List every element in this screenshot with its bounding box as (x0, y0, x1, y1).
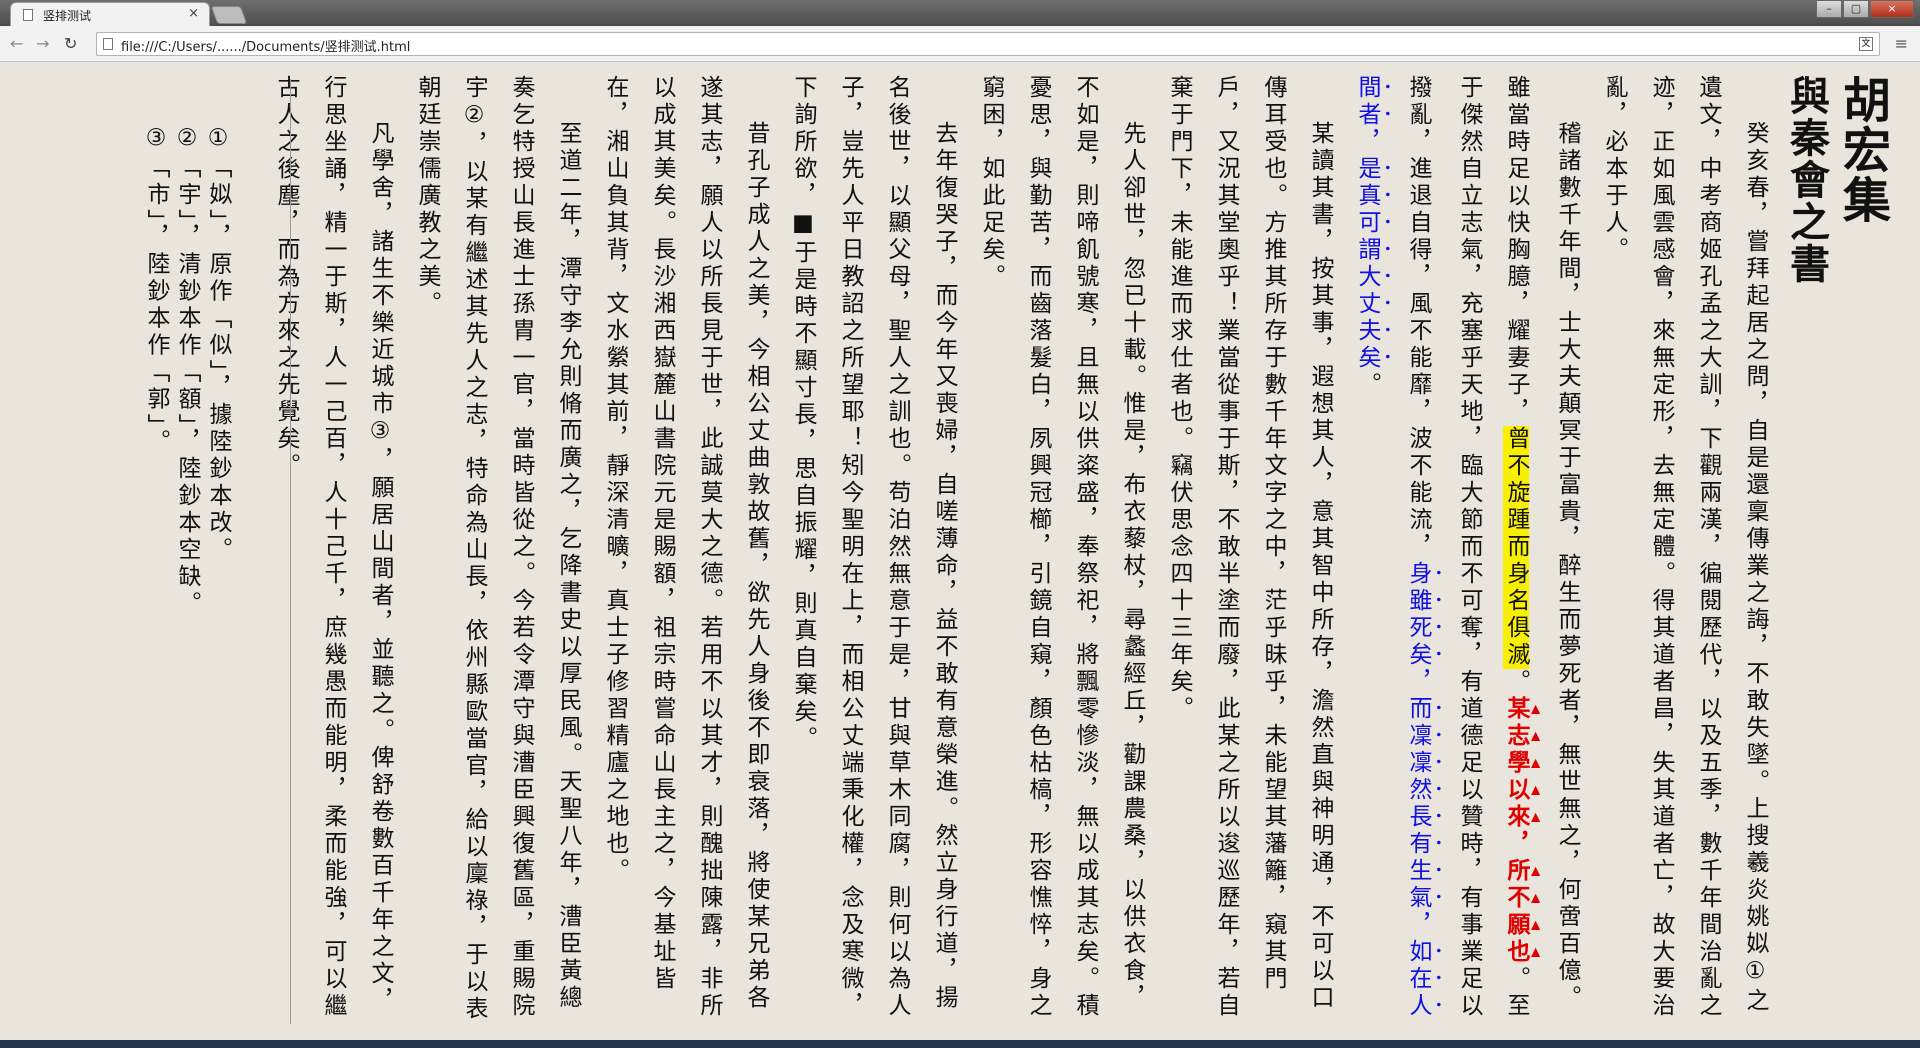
minimize-button[interactable]: – (1816, 0, 1842, 18)
footnote: ③「市」，陸鈔本作「郭」。 (143, 125, 169, 456)
page-icon (103, 38, 113, 50)
title-bar: 竖排测试 × – ▢ × (0, 0, 1920, 26)
paragraph: 至道二年，潭守李允則脩而廣之，乞降書史以厚民風。天聖八年，漕臣黃總奏乞特授山長進… (403, 75, 591, 1035)
tab-title: 竖排测试 (43, 9, 92, 23)
footnote: ②「宇」，清鈔本作「額」，陸鈔本空缺。 (174, 125, 200, 618)
browser-toolbar: ← → ↻ file:///C:/Users/....../Documents/… (0, 26, 1920, 62)
translate-icon[interactable]: 文 (1859, 37, 1873, 51)
text-segment: 癸亥春，嘗拜起居之問，自是還稟傳業之誨，不敢失墜。上搜羲炎姚姒①之遺文，中考商姬… (1601, 75, 1768, 1020)
footnote: ①「姒」，原作「似」，據陸鈔本改。 (205, 125, 231, 564)
text-segment: 某讀其書，按其事，遐想其人，意其智中所存，澹然直與神明通，不可以口傳耳受也。方推… (1166, 75, 1333, 1020)
page-icon (23, 9, 33, 21)
text-segment: 。 (1503, 669, 1529, 696)
red-highlight: 某志學以來，所不願也 (1503, 696, 1529, 966)
paragraph: 癸亥春，嘗拜起居之問，自是還稟傳業之誨，不敢失墜。上搜羲炎姚姒①之遺文，中考商姬… (1590, 75, 1778, 1035)
forward-button[interactable]: → (36, 34, 49, 53)
menu-icon[interactable]: ≡ (1895, 34, 1908, 53)
text-segment: 去年復哭子，而今年又喪婦，自嗟薄命，益不敢有意榮進。然立身行道，揚名後世，以顯父… (790, 75, 957, 1020)
text-segment: 昔孔子成人之美，今相公丈曲敦故舊，欲先人身後不即衰落，將使某兄弟各遂其志，願人以… (602, 75, 769, 1020)
back-button[interactable]: ← (10, 34, 23, 53)
text-segment: 先人卻世，忽已十載。惟是，布衣藜杖，尋蠡經丘，勸課農桑，以供衣食，不如是，則啼飢… (978, 75, 1145, 1020)
close-window-button[interactable]: × (1870, 0, 1914, 18)
book-title: 胡宏集 (1834, 75, 1890, 225)
paragraph: 凡學舍，諸生不樂近城市③，願居山間者，並聽之。俾舒卷數百千年之文，行思坐誦，精一… (262, 75, 403, 1035)
text-segment: 凡學舍，諸生不樂近城市③，願居山間者，並聽之。俾舒卷數百千年之文，行思坐誦，精一… (273, 75, 393, 1020)
maximize-button[interactable]: ▢ (1843, 0, 1869, 18)
paragraphs: 癸亥春，嘗拜起居之問，自是還稟傳業之誨，不敢失墜。上搜羲炎姚姒①之遺文，中考商姬… (262, 75, 1778, 1035)
window-controls: – ▢ × (1815, 0, 1914, 18)
paragraph: 某讀其書，按其事，遐想其人，意其智中所存，澹然直與神明通，不可以口傳耳受也。方推… (1155, 75, 1343, 1035)
notes-divider (290, 79, 291, 1024)
text-segment: 。 (1354, 372, 1380, 399)
address-bar[interactable]: file:///C:/Users/....../Documents/竖排测试.h… (96, 32, 1880, 56)
paragraph: 稽諸數千年間，士大夫顛冥于富貴，醉生而夢死者，無世無之，何啻百億。雖當時足以快胸… (1343, 75, 1590, 1035)
tab-active[interactable]: 竖排测试 × (10, 2, 210, 26)
footnotes: ①「姒」，原作「似」，據陸鈔本改。 ②「宇」，清鈔本作「額」，陸鈔本空缺。 ③「市」… (140, 125, 233, 1005)
paragraph: 先人卻世，忽已十載。惟是，布衣藜杖，尋蠡經丘，勸課農桑，以供衣食，不如是，則啼飢… (967, 75, 1155, 1035)
paragraph: 昔孔子成人之美，今相公丈曲敦故舊，欲先人身後不即衰落，將使某兄弟各遂其志，願人以… (591, 75, 779, 1035)
new-tab-button[interactable] (210, 6, 248, 24)
section-title: 與秦會之書 (1783, 75, 1829, 285)
url-text[interactable]: file:///C:/Users/....../Documents/竖排测试.h… (121, 36, 410, 55)
reload-button[interactable]: ↻ (64, 34, 77, 53)
page-content: 胡宏集 與秦會之書 癸亥春，嘗拜起居之問，自是還稟傳業之誨，不敢失墜。上搜羲炎姚… (0, 63, 1920, 1048)
taskbar (0, 1040, 1920, 1048)
tab-close-button[interactable]: × (188, 6, 199, 21)
paragraph: 去年復哭子，而今年又喪婦，自嗟薄命，益不敢有意榮進。然立身行道，揚名後世，以顯父… (779, 75, 967, 1035)
vertical-text-body: 胡宏集 與秦會之書 癸亥春，嘗拜起居之問，自是還稟傳業之誨，不敢失墜。上搜羲炎姚… (262, 75, 1890, 1035)
yellow-highlight: 曾不旋踵而身名俱滅 (1503, 426, 1529, 669)
text-segment: 至道二年，潭守李允則脩而廣之，乞降書史以厚民風。天聖八年，漕臣黃總奏乞特授山長進… (414, 75, 581, 1023)
